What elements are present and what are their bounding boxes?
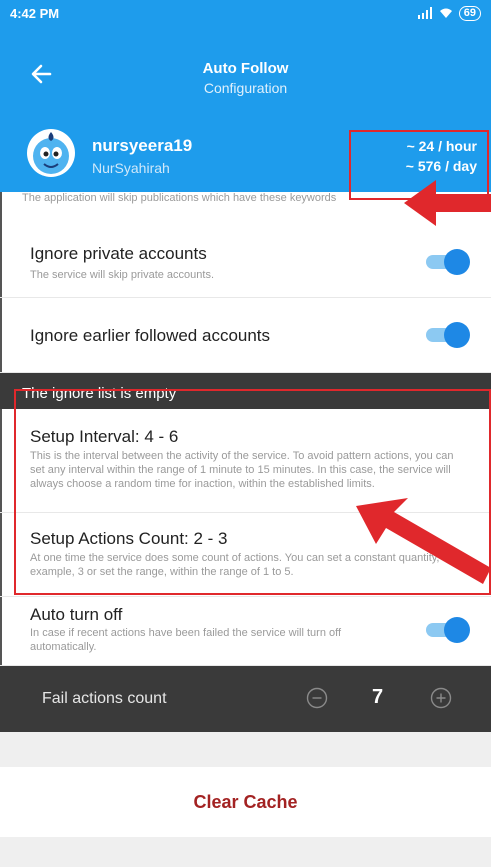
- toggle-knob: [444, 617, 470, 643]
- spacer-band: [0, 732, 491, 767]
- ignore-private-row[interactable]: Ignore private accounts The service will…: [0, 224, 491, 298]
- toggle-knob: [444, 249, 470, 275]
- annotation-arrow-icon: [404, 180, 491, 226]
- user-full-name: NurSyahirah: [92, 160, 170, 176]
- ignore-followed-row[interactable]: Ignore earlier followed accounts: [0, 298, 491, 373]
- page-subtitle: Configuration: [203, 80, 288, 96]
- signal-icon: [417, 7, 432, 19]
- plus-circle-icon[interactable]: [430, 687, 452, 709]
- auto-off-desc: In case if recent actions have been fail…: [30, 627, 342, 653]
- status-bar: 4:42 PM 69: [0, 0, 491, 26]
- status-icons: 69: [417, 5, 481, 21]
- ignore-private-desc: The service will skip private accounts.: [30, 269, 215, 281]
- auto-off-row[interactable]: Auto turn off In case if recent actions …: [0, 597, 491, 666]
- wifi-icon: [439, 8, 452, 18]
- annotation-arrow-icon: [356, 498, 491, 584]
- battery-icon: 69: [458, 5, 481, 21]
- minus-circle-icon[interactable]: [306, 687, 328, 709]
- avatar[interactable]: [26, 128, 76, 178]
- bottom-band: [0, 837, 491, 867]
- clear-cache-button[interactable]: Clear Cache: [0, 767, 491, 837]
- ignore-followed-toggle[interactable]: [426, 322, 470, 348]
- ignore-private-title: Ignore private accounts: [30, 244, 207, 263]
- username: nursyeera19: [92, 136, 193, 155]
- toggle-knob: [444, 322, 470, 348]
- page-title: Auto Follow: [202, 60, 289, 77]
- fail-actions-bar: Fail actions count 7: [0, 666, 491, 732]
- fail-actions-label: Fail actions count: [42, 690, 167, 707]
- status-time: 4:42 PM: [10, 5, 60, 21]
- app-bar: Auto Follow Configuration: [0, 26, 491, 122]
- fail-actions-value: 7: [372, 686, 384, 708]
- ignore-private-toggle[interactable]: [426, 249, 470, 275]
- auto-off-title: Auto turn off: [30, 605, 123, 624]
- ignore-followed-title: Ignore earlier followed accounts: [30, 326, 271, 345]
- auto-off-toggle[interactable]: [426, 617, 470, 643]
